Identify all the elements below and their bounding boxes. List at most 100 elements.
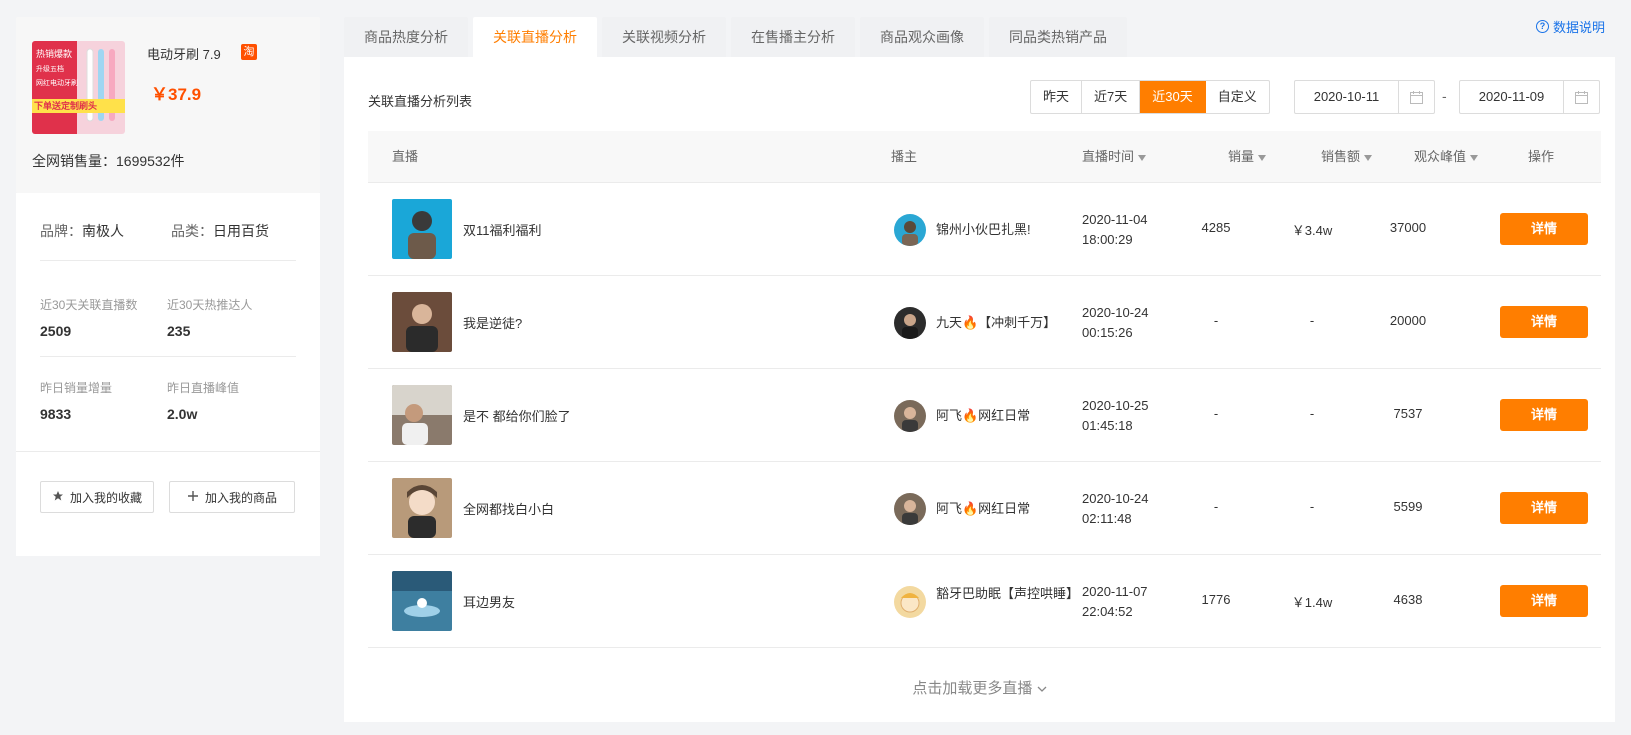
- column-revenue[interactable]: 销售额: [1321, 131, 1373, 183]
- live-thumbnail[interactable]: [392, 199, 452, 259]
- detail-button[interactable]: 详情: [1500, 306, 1588, 338]
- sort-caret-icon: [1258, 154, 1267, 161]
- sort-caret-icon: [1364, 154, 1373, 161]
- host-avatar[interactable]: [894, 400, 926, 432]
- column-time-label: 直播时间: [1082, 149, 1135, 164]
- calendar-icon[interactable]: [1563, 81, 1599, 113]
- tab-audience-profile[interactable]: 商品观众画像: [860, 17, 984, 57]
- column-action-label: 操作: [1528, 149, 1555, 164]
- tab-video-analysis[interactable]: 关联视频分析: [602, 17, 726, 57]
- live-time: 2020-10-24 02:11:48: [1082, 489, 1149, 529]
- detail-button[interactable]: 详情: [1500, 585, 1588, 617]
- star-icon: [52, 490, 64, 505]
- column-live: 直播: [392, 131, 418, 183]
- sales-value: 1699532件: [116, 153, 185, 169]
- peak-cell: 5599: [1393, 499, 1423, 514]
- range-7-days[interactable]: 近7天: [1082, 81, 1141, 113]
- column-host: 播主: [891, 131, 917, 183]
- sales-cell: 4285: [1201, 220, 1231, 235]
- date-separator: -: [1442, 88, 1447, 104]
- add-product-label: 加入我的商品: [204, 490, 277, 505]
- calendar-icon[interactable]: [1398, 81, 1434, 113]
- live-title[interactable]: 全网都找白小白: [463, 499, 554, 518]
- host-name[interactable]: 豁牙巴助眠【声控哄睡】: [936, 584, 1079, 604]
- live-clock: 22:04:52: [1082, 604, 1133, 619]
- sales-label: 全网销售量：: [32, 153, 116, 169]
- range-custom[interactable]: 自定义: [1206, 81, 1269, 113]
- live-title[interactable]: 我是逆徒?: [463, 313, 522, 332]
- host-avatar[interactable]: [894, 586, 926, 618]
- product-image[interactable]: 热销爆款 升级五档 网红电动牙刷 下单送定制刷头: [32, 41, 125, 134]
- host-avatar[interactable]: [894, 493, 926, 525]
- live-title[interactable]: 双11福利福利: [463, 220, 542, 239]
- live-thumbnail[interactable]: [392, 478, 452, 538]
- stat-value-yesterday-sales: 9833: [40, 406, 72, 422]
- live-date: 2020-10-25: [1082, 398, 1149, 413]
- live-clock: 02:11:48: [1082, 511, 1132, 526]
- live-time: 2020-10-24 00:15:26: [1082, 303, 1149, 343]
- plus-icon: [187, 490, 199, 505]
- tab-live-analysis[interactable]: 关联直播分析: [473, 17, 597, 57]
- category-label: 品类：: [171, 223, 213, 239]
- start-date-value: 2020-10-11: [1313, 89, 1380, 104]
- brand-value: 南极人: [82, 223, 124, 239]
- load-more-link[interactable]: 点击加载更多直播: [344, 677, 1615, 698]
- live-title[interactable]: 是不 都给你们脸了: [463, 406, 571, 425]
- peak-cell: 7537: [1393, 406, 1423, 421]
- live-time: 2020-11-07 22:04:52: [1082, 582, 1148, 622]
- tab-similar-products[interactable]: 同品类热销产品: [989, 17, 1127, 57]
- table-row: 全网都找白小白 阿飞🔥网红日常 2020-10-24 02:11:48 - - 5…: [368, 462, 1601, 555]
- revenue-cell: -: [1309, 313, 1315, 328]
- chevron-down-icon: [1037, 680, 1047, 697]
- host-avatar[interactable]: [894, 214, 926, 246]
- tab-host-analysis[interactable]: 在售播主分析: [731, 17, 855, 57]
- host-name[interactable]: 锦州小伙巴扎黑!: [936, 220, 1076, 240]
- add-favorite-button[interactable]: 加入我的收藏: [40, 481, 154, 513]
- add-favorite-label: 加入我的收藏: [69, 490, 142, 505]
- live-title[interactable]: 耳边男友: [463, 592, 515, 611]
- table-row: 耳边男友 豁牙巴助眠【声控哄睡】 2020-11-07 22:04:52 1776…: [368, 555, 1601, 648]
- detail-button[interactable]: 详情: [1500, 213, 1588, 245]
- live-thumbnail[interactable]: [392, 571, 452, 631]
- live-thumbnail[interactable]: [392, 385, 452, 445]
- sort-caret-icon: [1138, 154, 1147, 161]
- live-thumbnail[interactable]: [392, 292, 452, 352]
- detail-button[interactable]: 详情: [1500, 399, 1588, 431]
- brand-info: 品牌：南极人: [40, 221, 124, 241]
- end-date-picker[interactable]: 2020-11-09: [1459, 80, 1600, 114]
- column-live-label: 直播: [392, 149, 419, 164]
- peak-cell: 37000: [1389, 220, 1427, 235]
- column-sales[interactable]: 销量: [1228, 131, 1267, 183]
- table-row: 是不 都给你们脸了 阿飞🔥网红日常 2020-10-25 01:45:18 - -…: [368, 369, 1601, 462]
- table-header: 直播 播主 直播时间 销量 销售额 观众峰值 操作: [368, 131, 1601, 183]
- host-name[interactable]: 阿飞🔥网红日常: [936, 499, 1076, 519]
- column-peak[interactable]: 观众峰值: [1414, 131, 1479, 183]
- taobao-badge-icon: 淘: [241, 44, 257, 60]
- range-yesterday[interactable]: 昨天: [1031, 81, 1083, 113]
- sales-cell: -: [1213, 406, 1219, 421]
- category-info: 品类：日用百货: [171, 221, 269, 241]
- stat-value-yesterday-peak: 2.0w: [167, 406, 198, 422]
- stat-label-hot-promoters: 近30天热推达人: [167, 298, 253, 312]
- tab-heat-analysis[interactable]: 商品热度分析: [344, 17, 468, 57]
- start-date-picker[interactable]: 2020-10-11: [1294, 80, 1435, 114]
- product-stats-card: 品牌：南极人 品类：日用百货 近30天关联直播数 2509 近30天热推达人 2…: [16, 193, 320, 556]
- live-clock: 00:15:26: [1082, 325, 1133, 340]
- column-sales-label: 销量: [1228, 149, 1255, 164]
- add-product-button[interactable]: 加入我的商品: [169, 481, 295, 513]
- detail-button[interactable]: 详情: [1500, 492, 1588, 524]
- live-date: 2020-11-04: [1082, 212, 1148, 227]
- host-name[interactable]: 九天🔥【冲刺千万】: [936, 313, 1076, 333]
- stat-label-related-lives: 近30天关联直播数: [40, 298, 138, 312]
- divider: [16, 451, 320, 452]
- question-icon: ?: [1535, 20, 1549, 33]
- range-30-days[interactable]: 近30天: [1140, 81, 1206, 113]
- host-avatar[interactable]: [894, 307, 926, 339]
- host-name[interactable]: 阿飞🔥网红日常: [936, 406, 1076, 426]
- product-image-text-1: 热销爆款: [36, 48, 72, 60]
- data-help-link[interactable]: ? 数据说明: [1535, 17, 1605, 36]
- stat-label-yesterday-peak: 昨日直播峰值: [167, 381, 240, 395]
- live-clock: 01:45:18: [1082, 418, 1133, 433]
- column-time[interactable]: 直播时间: [1082, 131, 1147, 183]
- column-peak-label: 观众峰值: [1414, 149, 1467, 164]
